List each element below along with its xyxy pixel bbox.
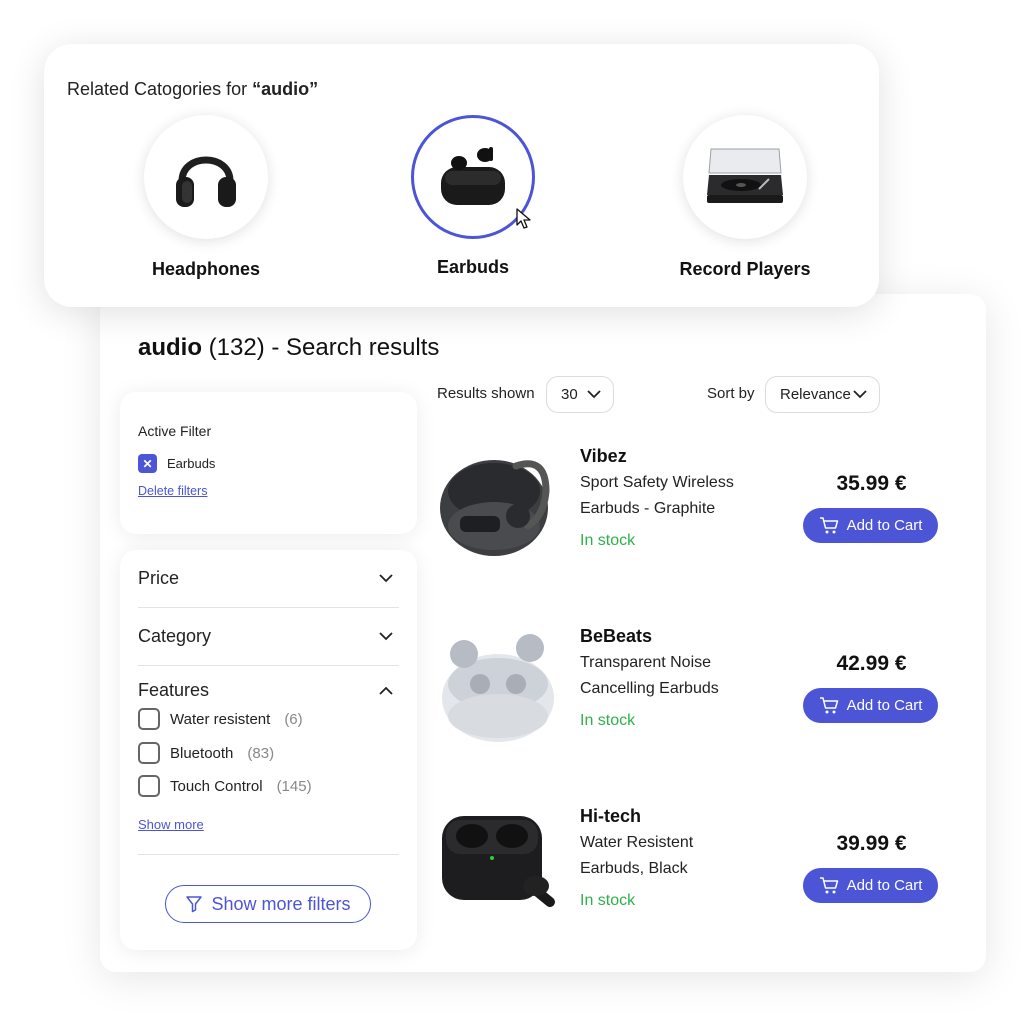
product-name[interactable]: Sport Safety Wireless Earbuds - Graphite <box>580 470 780 522</box>
earbuds-icon <box>441 147 505 205</box>
feature-label: Bluetooth <box>170 744 234 762</box>
chevron-down-icon <box>587 390 601 399</box>
product-name-line2: Cancelling Earbuds <box>580 680 719 697</box>
facet-price[interactable]: Price <box>138 550 399 608</box>
feature-label: Touch Control <box>170 777 263 795</box>
feature-count: (83) <box>247 744 275 762</box>
feature-label: Water resistent <box>170 710 271 728</box>
product-card: BeBeats Transparent Noise Cancelling Earb… <box>436 626 946 776</box>
facet-category[interactable]: Category <box>138 608 399 666</box>
product-brand[interactable]: BeBeats <box>580 626 652 647</box>
product-price: 39.99 € <box>836 832 907 855</box>
stock-status: In stock <box>580 532 636 549</box>
cart-icon <box>819 516 838 533</box>
remove-filter-icon[interactable]: ✕ <box>138 454 157 473</box>
results-count: (132) - Search results <box>202 334 440 361</box>
feature-count: (6) <box>284 710 303 728</box>
cart-icon <box>819 876 838 893</box>
product-name-line2: Earbuds, Black <box>580 860 688 877</box>
add-to-cart-label: Add to Cart <box>846 877 923 894</box>
results-shown-value: 30 <box>561 386 578 403</box>
product-name[interactable]: Transparent Noise Cancelling Earbuds <box>580 650 780 702</box>
results-query: audio <box>138 334 202 361</box>
search-results-panel: audio (132) - Search results Results sho… <box>100 294 986 972</box>
category-label: Record Players <box>679 259 811 279</box>
sort-select[interactable]: Relevance <box>765 376 880 413</box>
feature-count: (145) <box>276 777 312 795</box>
checkbox[interactable] <box>138 775 160 797</box>
divider <box>138 854 399 855</box>
add-to-cart-label: Add to Cart <box>846 517 923 534</box>
product-name-line1: Transparent Noise <box>580 654 712 671</box>
sort-value: Relevance <box>780 386 851 403</box>
filter-icon <box>186 896 203 913</box>
sort-label: Sort by <box>707 385 755 402</box>
add-to-cart-button[interactable]: Add to Cart <box>803 868 938 903</box>
facet-category-label: Category <box>138 626 212 646</box>
active-filter-label: Active Filter <box>138 423 212 439</box>
related-categories-title: Related Catogories for “audio” <box>67 79 318 100</box>
category-headphones[interactable]: Headphones <box>106 115 306 280</box>
results-shown-label: Results shown <box>437 385 535 402</box>
facets-card: Price Category Features Water resistent … <box>120 550 417 950</box>
stock-status: In stock <box>580 712 636 729</box>
active-filter-chip-label: Earbuds <box>167 456 216 471</box>
show-more-filters-button[interactable]: Show more filters <box>165 885 371 923</box>
product-image-earbuds-case-open[interactable] <box>436 446 566 566</box>
headphones-icon <box>176 156 236 207</box>
product-name-line1: Sport Safety Wireless <box>580 474 734 491</box>
product-image-transparent-earbuds[interactable] <box>436 626 566 746</box>
category-image-circle[interactable] <box>144 115 268 239</box>
add-to-cart-button[interactable]: Add to Cart <box>803 688 938 723</box>
delete-filters-link[interactable]: Delete filters <box>138 484 207 498</box>
add-to-cart-button[interactable]: Add to Cart <box>803 508 938 543</box>
related-query: “audio” <box>252 79 319 99</box>
category-label: Headphones <box>151 259 261 279</box>
chevron-down-icon <box>379 572 393 586</box>
category-image-circle[interactable] <box>683 115 807 239</box>
results-title: audio (132) - Search results <box>138 334 439 362</box>
category-record-players[interactable]: Record Players <box>645 115 845 280</box>
chevron-down-icon <box>379 630 393 644</box>
product-image-black-earbuds[interactable] <box>436 806 566 926</box>
related-categories-card: Related Catogories for “audio” Headphone… <box>44 44 879 307</box>
product-name[interactable]: Water Resistent Earbuds, Black <box>580 830 780 882</box>
show-more-link[interactable]: Show more <box>138 817 204 832</box>
checkbox[interactable] <box>138 742 160 764</box>
category-label: Earbuds <box>436 257 510 277</box>
checkbox[interactable] <box>138 708 160 730</box>
product-price: 42.99 € <box>836 652 907 675</box>
results-shown-select[interactable]: 30 <box>546 376 614 413</box>
feature-touch-control[interactable]: Touch Control (145) <box>138 775 312 797</box>
add-to-cart-label: Add to Cart <box>846 697 923 714</box>
stock-status: In stock <box>580 892 636 909</box>
feature-bluetooth[interactable]: Bluetooth (83) <box>138 742 274 764</box>
product-brand[interactable]: Vibez <box>580 446 627 467</box>
category-earbuds[interactable]: Earbuds <box>373 115 573 278</box>
product-name-line1: Water Resistent <box>580 834 694 851</box>
facet-features-label: Features <box>138 679 210 700</box>
chevron-down-icon <box>853 390 867 399</box>
chevron-up-icon <box>379 683 393 697</box>
product-name-line2: Earbuds - Graphite <box>580 500 716 517</box>
related-title-prefix: Related Catogories for <box>67 79 253 99</box>
facet-features[interactable]: Features <box>138 670 399 710</box>
feature-water-resistent[interactable]: Water resistent (6) <box>138 708 303 730</box>
active-filter-card: Active Filter ✕ Earbuds Delete filters <box>120 392 417 534</box>
facet-price-label: Price <box>138 568 180 588</box>
product-card: Vibez Sport Safety Wireless Earbuds - Gra… <box>436 446 946 596</box>
product-price: 35.99 € <box>836 472 907 495</box>
product-brand[interactable]: Hi-tech <box>580 806 641 827</box>
mouse-pointer-icon <box>516 208 531 229</box>
cart-icon <box>819 696 838 713</box>
product-card: Hi-tech Water Resistent Earbuds, Black In… <box>436 806 946 956</box>
record-player-icon <box>707 148 783 203</box>
active-filter-chip[interactable]: ✕ Earbuds <box>138 454 215 473</box>
show-more-filters-label: Show more filters <box>211 893 351 914</box>
